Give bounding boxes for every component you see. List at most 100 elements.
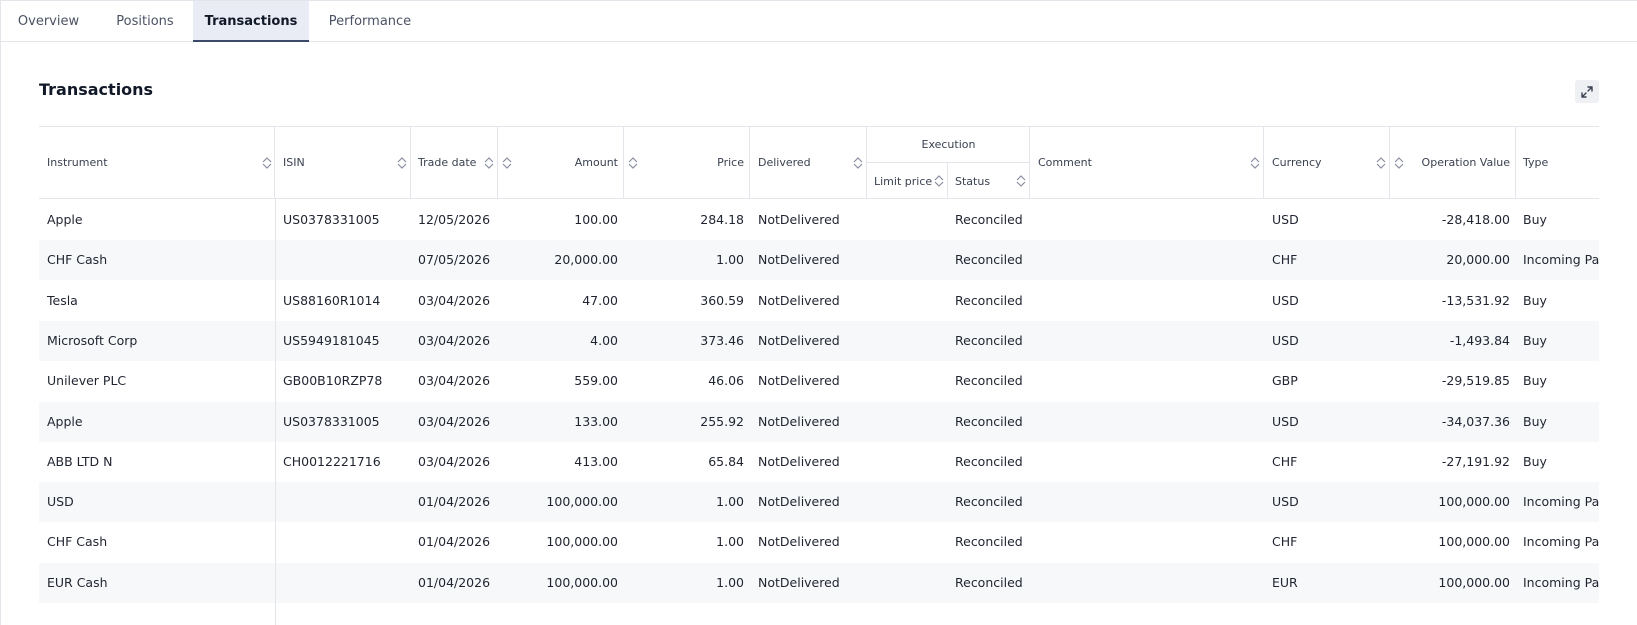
cell-instrument: Unilever PLC	[47, 373, 127, 389]
cell-comment	[1038, 281, 1260, 321]
cell-status: Reconciled	[955, 212, 1023, 227]
table-row[interactable]: Microsoft Corp US5949181045 03/04/2026 4.00…	[39, 320, 1599, 361]
header-currency[interactable]: Currency	[1272, 126, 1386, 199]
tab-overview[interactable]: Overview	[1, 1, 96, 42]
cell-operation-value: -27,191.92	[1441, 453, 1510, 469]
cell-trade-date: 07/05/2026	[418, 252, 491, 268]
cell-amount: 133.00	[574, 413, 618, 429]
cell-instrument: CHF Cash	[47, 534, 108, 550]
header-comment[interactable]: Comment	[1038, 126, 1260, 199]
header-type[interactable]: Type	[1523, 126, 1599, 199]
expand-button[interactable]	[1575, 80, 1599, 103]
cell-status: Reconciled	[955, 534, 1023, 550]
cell-isin: US0378331005	[283, 413, 380, 429]
cell-operation-value: -1,493.84	[1449, 332, 1510, 348]
cell-operation-value: 100,000.00	[1438, 534, 1510, 550]
sort-icon[interactable]	[853, 156, 863, 169]
cell-limit-price	[874, 563, 944, 603]
cell-limit-price	[874, 200, 944, 240]
tab-performance[interactable]: Performance	[317, 1, 423, 42]
cell-amount: 20,000.00	[554, 252, 618, 268]
cell-type: Buy	[1523, 332, 1547, 348]
sort-icon[interactable]	[628, 156, 638, 169]
cell-comment	[1038, 240, 1260, 280]
cell-price: 255.92	[700, 413, 744, 429]
cell-currency: USD	[1272, 332, 1299, 348]
cell-status: Reconciled	[955, 574, 1023, 590]
sort-icon[interactable]	[1376, 156, 1386, 169]
cell-type: Incoming Pay	[1523, 494, 1599, 510]
cell-amount: 47.00	[582, 292, 618, 308]
sort-icon[interactable]	[262, 156, 272, 169]
cell-status: Reconciled	[955, 252, 1023, 268]
cell-delivered: NotDelivered	[758, 453, 840, 469]
cell-currency: USD	[1272, 494, 1299, 510]
cell-type: Incoming Pay	[1523, 574, 1599, 590]
cell-instrument: Apple	[47, 413, 83, 429]
cell-price: 373.46	[700, 332, 744, 348]
header-price[interactable]: Price	[628, 126, 744, 199]
tab-transactions[interactable]: Transactions	[193, 1, 309, 42]
cell-operation-value: -28,418.00	[1441, 212, 1510, 227]
header-delivered[interactable]: Delivered	[758, 126, 863, 199]
panel-title: Transactions	[39, 80, 154, 99]
cell-status: Reconciled	[955, 413, 1023, 429]
cell-delivered: NotDelivered	[758, 574, 840, 590]
cell-instrument: EUR Cash	[47, 574, 108, 590]
table-row[interactable]: EUR Cash 01/04/2026 100,000.00 1.00 NotDeliv…	[39, 562, 1599, 603]
cell-delivered: NotDelivered	[758, 494, 840, 510]
table-row[interactable]: Unilever PLC GB00B10RZP78 03/04/2026 559.00…	[39, 361, 1599, 401]
cell-status: Reconciled	[955, 332, 1023, 348]
header-amount[interactable]: Amount	[502, 126, 618, 199]
header-limit-price[interactable]: Limit price	[874, 163, 944, 199]
cell-price: 1.00	[716, 252, 744, 268]
header-isin[interactable]: ISIN	[283, 126, 407, 199]
sort-icon[interactable]	[484, 156, 494, 169]
cell-instrument: CHF Cash	[47, 252, 108, 268]
sort-icon[interactable]	[1016, 175, 1026, 187]
table-row[interactable]: USD 01/04/2026 100,000.00 1.00 NotDelivered R…	[39, 482, 1599, 523]
cell-operation-value: 20,000.00	[1446, 252, 1510, 268]
cell-delivered: NotDelivered	[758, 212, 840, 227]
header-instrument[interactable]: Instrument	[47, 126, 272, 199]
cell-limit-price	[874, 442, 944, 482]
header-status[interactable]: Status	[955, 163, 1026, 199]
header-operation-value[interactable]: Operation Value	[1394, 126, 1510, 199]
cell-type: Buy	[1523, 212, 1547, 227]
tab-bar: Overview Positions Transactions Performa…	[1, 0, 1637, 42]
table-row[interactable]: ABB LTD N CH0012221716 03/04/2026 413.00 65.…	[39, 442, 1599, 482]
sort-icon[interactable]	[1394, 156, 1404, 169]
cell-amount: 4.00	[590, 332, 618, 348]
table-row[interactable]: Apple US0378331005 03/04/2026 133.00 255.92 N…	[39, 401, 1599, 442]
table-row[interactable]: CHF Cash 07/05/2026 20,000.00 1.00 NotDelive…	[39, 240, 1599, 281]
cell-isin: US0378331005	[283, 212, 380, 227]
cell-type: Incoming Pay	[1523, 252, 1599, 268]
sort-icon[interactable]	[934, 175, 944, 187]
table-row[interactable]: Tesla US88160R1014 03/04/2026 47.00 360.59 No…	[39, 281, 1599, 321]
cell-isin: US5949181045	[283, 332, 380, 348]
cell-trade-date: 03/04/2026	[418, 332, 491, 348]
cell-status: Reconciled	[955, 292, 1023, 308]
cell-price: 1.00	[716, 574, 744, 590]
cell-operation-value: -29,519.85	[1441, 373, 1510, 389]
cell-amount: 100,000.00	[546, 534, 618, 550]
cell-trade-date: 12/05/2026	[418, 212, 491, 227]
transactions-table: Instrument ISIN Trade date Amount Price …	[39, 126, 1599, 625]
tab-positions[interactable]: Positions	[97, 1, 193, 42]
cell-currency: CHF	[1272, 534, 1298, 550]
cell-comment	[1038, 482, 1260, 522]
cell-limit-price	[874, 240, 944, 280]
sort-icon[interactable]	[1250, 156, 1260, 169]
cell-isin	[283, 482, 403, 522]
table-row[interactable]: CHF Cash 01/04/2026 100,000.00 1.00 NotDeliv…	[39, 522, 1599, 562]
cell-isin: US88160R1014	[283, 292, 381, 308]
cell-type: Buy	[1523, 373, 1547, 389]
sort-icon[interactable]	[502, 156, 512, 169]
cell-amount: 413.00	[574, 453, 618, 469]
cell-type: Buy	[1523, 453, 1547, 469]
cell-operation-value: -13,531.92	[1441, 292, 1510, 308]
sort-icon[interactable]	[397, 156, 407, 169]
header-trade-date[interactable]: Trade date	[418, 126, 494, 199]
table-row[interactable]: Apple US0378331005 12/05/2026 100.00 284.18 N…	[39, 200, 1599, 240]
cell-delivered: NotDelivered	[758, 332, 840, 348]
